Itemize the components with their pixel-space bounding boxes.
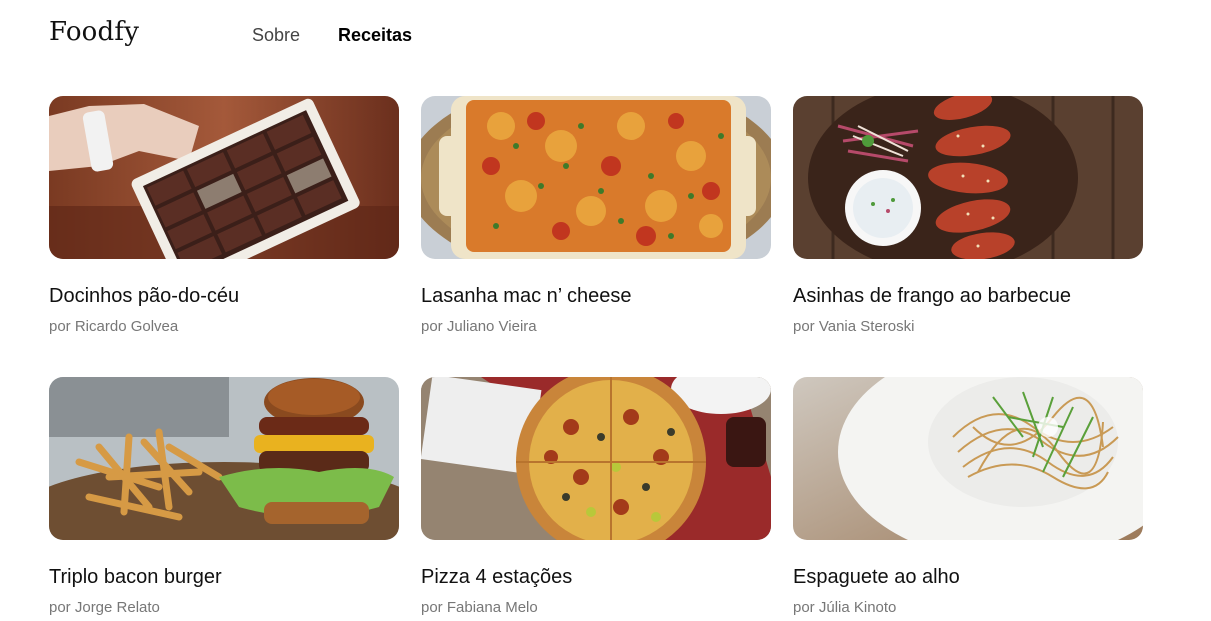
nav-link-sobre[interactable]: Sobre [252, 25, 300, 46]
recipe-title[interactable]: Lasanha mac n’ cheese [421, 285, 632, 308]
recipe-card[interactable]: Espaguete ao alho por Júlia Kinoto [793, 377, 1143, 621]
burger-photo[interactable] [49, 377, 399, 540]
pizza-photo[interactable] [421, 377, 771, 540]
recipe-title[interactable]: Docinhos pão-do-céu [49, 285, 239, 308]
recipe-card[interactable]: Triplo bacon burger por Jorge Relato [49, 377, 399, 621]
recipe-author: por Ricardo Golvea [49, 318, 179, 335]
recipe-author: por Jorge Relato [49, 599, 160, 616]
recipe-title[interactable]: Triplo bacon burger [49, 566, 222, 589]
chocolate-box-photo[interactable] [49, 96, 399, 259]
recipe-author: por Vania Steroski [793, 318, 915, 335]
bbq-wings-photo[interactable] [793, 96, 1143, 259]
recipe-author: por Júlia Kinoto [793, 599, 897, 616]
spaghetti-photo[interactable] [793, 377, 1143, 540]
recipe-title[interactable]: Pizza 4 estações [421, 566, 572, 589]
logo[interactable]: Foodfy [49, 17, 139, 47]
recipe-card[interactable]: Pizza 4 estações por Fabiana Melo [421, 377, 771, 621]
recipe-title[interactable]: Espaguete ao alho [793, 566, 960, 589]
recipe-author: por Fabiana Melo [421, 599, 538, 616]
recipe-title[interactable]: Asinhas de frango ao barbecue [793, 285, 1071, 308]
lasagna-photo[interactable] [421, 96, 771, 259]
nav-link-receitas[interactable]: Receitas [338, 25, 412, 46]
recipe-card[interactable]: Lasanha mac n’ cheese por Juliano Vieira [421, 96, 771, 341]
recipe-card[interactable]: Asinhas de frango ao barbecue por Vania … [793, 96, 1143, 341]
site-header: Foodfy Sobre Receitas [0, 0, 1211, 70]
recipe-author: por Juliano Vieira [421, 318, 537, 335]
recipe-card[interactable]: Docinhos pão-do-céu por Ricardo Golvea [49, 96, 399, 341]
